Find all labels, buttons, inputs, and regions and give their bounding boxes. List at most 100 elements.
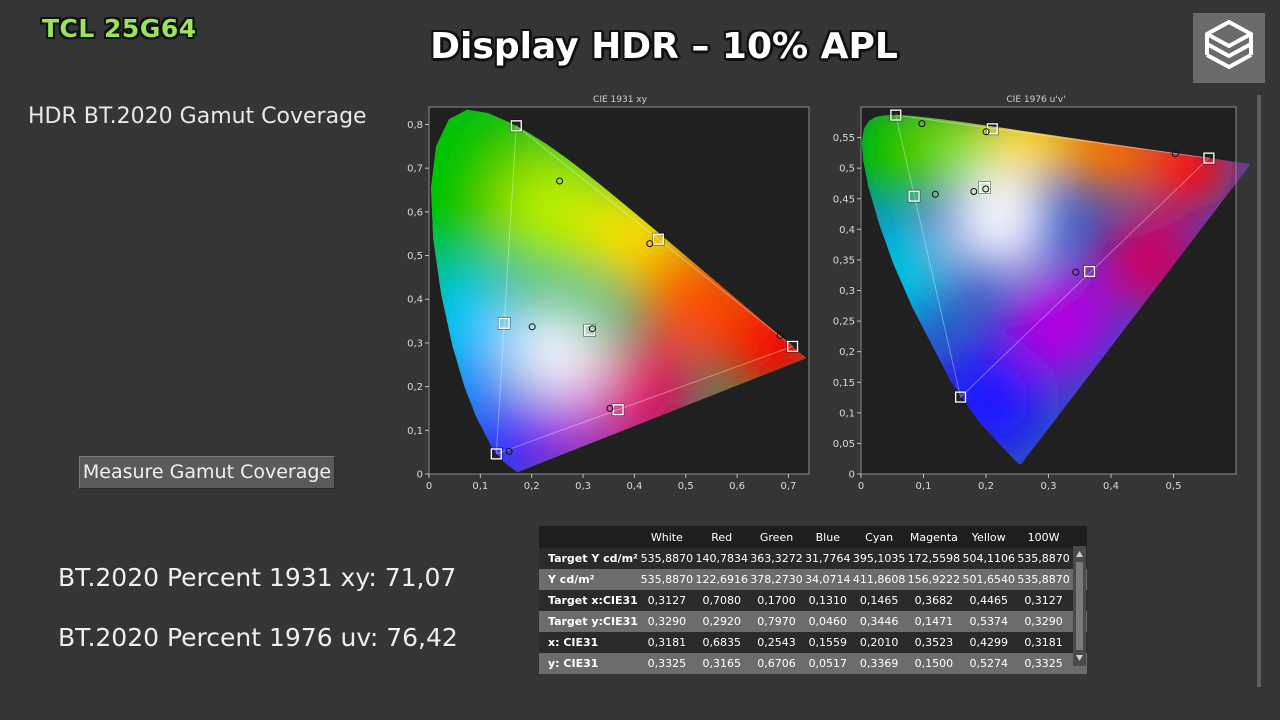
- table-cell: 0,3181: [1016, 632, 1071, 653]
- table-cell: 0,4299: [961, 632, 1017, 653]
- y-tick-label: 0,2: [407, 382, 423, 393]
- table-cell: 0,3165: [694, 653, 750, 674]
- table-row: Y cd/m² 535,8870 122,6916 378,2730 34,0714 41…: [539, 569, 1087, 590]
- y-tick-label: 0,45: [833, 194, 855, 205]
- x-tick-label: 0,5: [678, 481, 694, 492]
- table-cell: 0,3181: [639, 632, 695, 653]
- y-tick-label: 0,7: [407, 164, 423, 175]
- table-row: Target y:CIE31 0,3290 0,2920 0,7970 0,0460 0,…: [539, 611, 1087, 632]
- x-tick-label: 0,3: [575, 481, 591, 492]
- chart-area: CIE 1931 xy 0 0,1 0,2 0,3 0,4 0,5 0,6 0,7 0 0,1 0,…: [407, 95, 1250, 492]
- table-cell: 0,3127: [639, 590, 695, 611]
- table-row: x: CIE31 0,3181 0,6835 0,2543 0,1559 0,2010 0,…: [539, 632, 1087, 653]
- table-cell: 0,0460: [803, 611, 852, 632]
- table-cell: 535,8870: [1016, 548, 1071, 569]
- x-tick-label: 0,3: [1041, 481, 1057, 492]
- row-label: x: CIE31: [539, 632, 640, 653]
- table-cell: 363,3272: [749, 548, 804, 569]
- column-header: Red: [694, 526, 750, 548]
- table-cell: 0,1700: [749, 590, 804, 611]
- y-tick-label: 0,2: [839, 347, 855, 358]
- table-cell: 0,1310: [803, 590, 852, 611]
- x-tick-label: 0,5: [1166, 481, 1182, 492]
- window-scrollbar[interactable]: [1257, 95, 1261, 687]
- column-header: Green: [749, 526, 804, 548]
- table-cell: 0,1465: [851, 590, 907, 611]
- table-cell: 0,3290: [1016, 611, 1071, 632]
- table-cell: 535,8870: [1016, 569, 1071, 590]
- table-cell: 535,8870: [639, 548, 695, 569]
- x-tick-label: 0: [858, 481, 864, 492]
- triangle-down-icon[interactable]: [1076, 655, 1083, 661]
- table-cell: 0,6835: [694, 632, 750, 653]
- table-body: Target Y cd/m² 535,8870 140,7834 363,3272 31…: [539, 548, 1087, 674]
- x-tick-label: 0,4: [1103, 481, 1119, 492]
- y-tick-label: 0,35: [833, 255, 855, 266]
- row-label: Target Y cd/m²: [539, 548, 640, 569]
- x-tick-label: 0,2: [524, 481, 540, 492]
- bt2020-percent-1976: BT.2020 Percent 1976 uv: 76,42: [58, 623, 458, 652]
- column-header: Yellow: [961, 526, 1017, 548]
- row-label: Target y:CIE31: [539, 611, 640, 632]
- y-tick-label: 0,15: [833, 378, 855, 389]
- table-row: Target x:CIE31 0,3127 0,7080 0,1700 0,1310 0,…: [539, 590, 1087, 611]
- bt2020-percent-1931: BT.2020 Percent 1931 xy: 71,07: [58, 563, 457, 592]
- table-cell: 34,0714: [803, 569, 852, 590]
- table-cell: 0,1471: [906, 611, 962, 632]
- y-tick-label: 0,1: [839, 408, 855, 419]
- x-tick-label: 0,4: [626, 481, 642, 492]
- y-tick-label: 0,5: [839, 164, 855, 175]
- table-cell: 0,0517: [803, 653, 852, 674]
- scroll-gutter-header: [1071, 526, 1087, 548]
- column-header: Cyan: [851, 526, 907, 548]
- y-tick-label: 0,1: [407, 426, 423, 437]
- y-tick-label: 0,55: [833, 133, 855, 144]
- table-cell: 0,3325: [1016, 653, 1071, 674]
- table-cell: 140,7834: [694, 548, 750, 569]
- x-tick-label: 0,2: [978, 481, 994, 492]
- table-cell: 501,6540: [961, 569, 1017, 590]
- column-header: Blue: [803, 526, 852, 548]
- triangle-up-icon[interactable]: [1076, 551, 1083, 557]
- measurement-table: White Red Green Blue Cyan Magenta Yellow 100W T…: [539, 526, 1087, 674]
- table-cell: 0,1559: [803, 632, 852, 653]
- table-cell: 0,2543: [749, 632, 804, 653]
- table-cell: 0,4465: [961, 590, 1017, 611]
- table-cell: 0,2920: [694, 611, 750, 632]
- table-cell: 395,1035: [851, 548, 907, 569]
- table-cell: 0,1500: [906, 653, 962, 674]
- y-tick-label: 0,25: [833, 317, 855, 328]
- table-cell: 0,5274: [961, 653, 1017, 674]
- x-tick-label: 0,7: [781, 481, 797, 492]
- table-header-row: White Red Green Blue Cyan Magenta Yellow 100W: [539, 526, 1087, 548]
- y-tick-label: 0,4: [407, 295, 423, 306]
- y-tick-label: 0,5: [407, 251, 423, 262]
- table-cell: 0,5374: [961, 611, 1017, 632]
- row-label: Target x:CIE31: [539, 590, 640, 611]
- table-row: y: CIE31 0,3325 0,3165 0,6706 0,0517 0,3369 0,…: [539, 653, 1087, 674]
- cie1976-chart: CIE 1976 u'v' 0 0,1 0,2 0,3 0,4 0,5 0 0,05 0,1 0,…: [833, 95, 1250, 492]
- table-cell: 411,8608: [851, 569, 907, 590]
- table-cell: 0,7970: [749, 611, 804, 632]
- y-tick-label: 0,8: [407, 120, 423, 131]
- table-cell: 156,9222: [906, 569, 962, 590]
- y-tick-label: 0,4: [839, 225, 855, 236]
- cie1976-title: CIE 1976 u'v': [1006, 95, 1065, 105]
- cie1931-chart: CIE 1931 xy 0 0,1 0,2 0,3 0,4 0,5 0,6 0,7 0 0,1 0,…: [407, 95, 810, 492]
- table-cell: 0,2010: [851, 632, 907, 653]
- x-tick-label: 0,1: [916, 481, 932, 492]
- y-tick-label: 0,6: [407, 207, 423, 218]
- table-scrollbar[interactable]: [1073, 546, 1086, 666]
- cie1931-title: CIE 1931 xy: [593, 95, 648, 105]
- column-header: 100W: [1016, 526, 1071, 548]
- column-header: White: [639, 526, 695, 548]
- y-tick-label: 0,05: [833, 439, 855, 450]
- table-scroll-thumb[interactable]: [1076, 562, 1083, 650]
- x-tick-label: 0,6: [729, 481, 745, 492]
- row-label: Y cd/m²: [539, 569, 640, 590]
- table-cell: 0,3369: [851, 653, 907, 674]
- table-corner-header: [539, 526, 640, 548]
- table-cell: 0,3682: [906, 590, 962, 611]
- row-label: y: CIE31: [539, 653, 640, 674]
- table-cell: 0,3446: [851, 611, 907, 632]
